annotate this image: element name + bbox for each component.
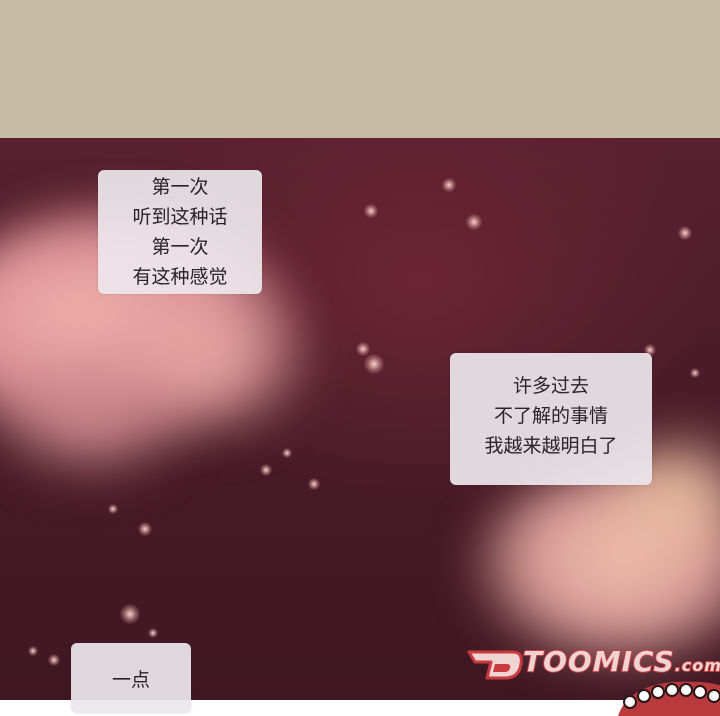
sparkle [138, 522, 152, 536]
sparkle [466, 214, 482, 230]
bubble-line: 许多过去 [512, 375, 589, 397]
sparkle [678, 226, 692, 240]
sparkle [364, 354, 384, 374]
speech-bubble: 第一次 听到这种话 第一次 有这种感觉 [98, 170, 262, 294]
bubble-line: 第一次 [151, 176, 209, 198]
upper-panel-background [0, 0, 720, 138]
sparkle [308, 478, 320, 490]
sparkle [690, 368, 700, 378]
speech-bubble: 一点 [71, 643, 191, 713]
sparkle [108, 504, 118, 514]
bubble-line: 第一次 [151, 236, 209, 258]
sparkle [120, 604, 140, 624]
watermark-suffix: .com [674, 655, 720, 676]
sparkle [148, 628, 158, 638]
bubble-line: 不了解的事情 [493, 405, 608, 427]
bubble-line: 有这种感觉 [132, 266, 228, 288]
watermark-name: TOOMICS [522, 644, 675, 679]
sparkle [442, 178, 456, 192]
teeth-graphic [618, 681, 720, 716]
sparkle [48, 654, 60, 666]
sparkle [260, 464, 272, 476]
sparkle [282, 448, 292, 458]
sparkle [28, 646, 38, 656]
watermark-text: TOOMICS.com [522, 644, 720, 679]
sparkle [364, 204, 378, 218]
bubble-line: 我越来越明白了 [484, 435, 618, 457]
toomics-logo-icon [467, 650, 523, 680]
bubble-line: 一点 [111, 669, 150, 691]
bubble-line: 听到这种话 [132, 206, 228, 228]
sparkle [356, 342, 370, 356]
speech-bubble: 许多过去 不了解的事情 我越来越明白了 [450, 353, 652, 485]
